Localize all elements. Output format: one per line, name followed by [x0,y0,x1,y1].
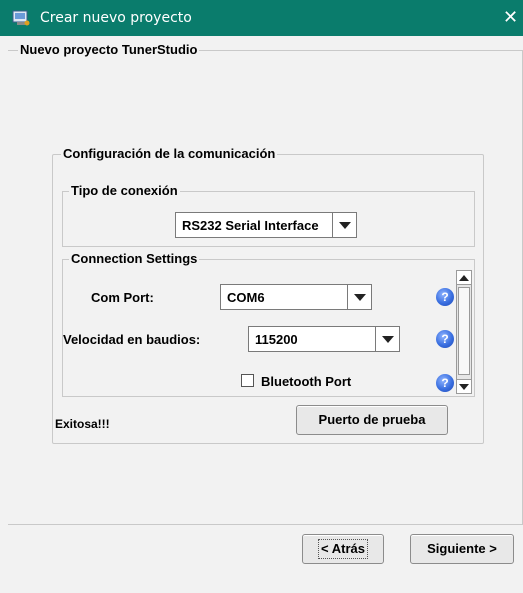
window-title: Crear nuevo proyecto [40,10,192,26]
bluetooth-label: Bluetooth Port [261,374,352,389]
main-panel-title: Nuevo proyecto TunerStudio [18,42,200,57]
connection-status: Exitosa!!! [55,417,110,431]
scroll-thumb[interactable] [458,287,470,375]
back-button-label: < Atrás [318,539,368,559]
connection-type-select[interactable]: RS232 Serial Interface [175,212,357,238]
com-port-select[interactable]: COM6 [220,284,372,310]
next-button[interactable]: Siguiente > [410,534,514,564]
comm-config-group: Configuración de la comunicación Tipo de… [52,146,484,444]
baud-rate-label: Velocidad en baudios: [63,332,201,347]
title-bar[interactable]: Crear nuevo proyecto ✕ [0,0,523,36]
help-icon[interactable]: ? [436,374,454,392]
dialog-window: Crear nuevo proyecto ✕ Nuevo proyecto Tu… [0,0,523,593]
chevron-down-icon[interactable] [347,285,371,309]
scroll-down-icon[interactable] [457,379,471,393]
settings-scrollbar[interactable] [456,270,472,394]
help-icon[interactable]: ? [436,330,454,348]
comm-config-title: Configuración de la comunicación [61,146,278,161]
test-port-button-label: Puerto de prueba [318,412,426,427]
baud-rate-select[interactable]: 115200 [248,326,400,352]
com-port-value: COM6 [227,290,265,305]
help-icon[interactable]: ? [436,288,454,306]
app-window-icon [12,10,30,26]
close-button[interactable]: ✕ [503,0,523,36]
connection-settings-group: Connection Settings Com Port: COM6 ? Vel… [62,251,475,397]
test-port-button[interactable]: Puerto de prueba [296,405,448,435]
dialog-content: Nuevo proyecto TunerStudio Configuración… [8,36,523,591]
connection-type-group: Tipo de conexión RS232 Serial Interface [62,183,475,247]
com-port-label: Com Port: [91,290,154,305]
connection-type-value: RS232 Serial Interface [182,218,319,233]
next-button-label: Siguiente > [427,541,497,556]
connection-type-title: Tipo de conexión [69,183,180,198]
chevron-down-icon[interactable] [375,327,399,351]
baud-rate-value: 115200 [255,332,298,347]
connection-settings-title: Connection Settings [69,251,200,266]
bluetooth-checkbox[interactable] [241,374,254,387]
chevron-down-icon[interactable] [332,213,356,237]
scroll-up-icon[interactable] [457,271,471,285]
back-button[interactable]: < Atrás [302,534,384,564]
